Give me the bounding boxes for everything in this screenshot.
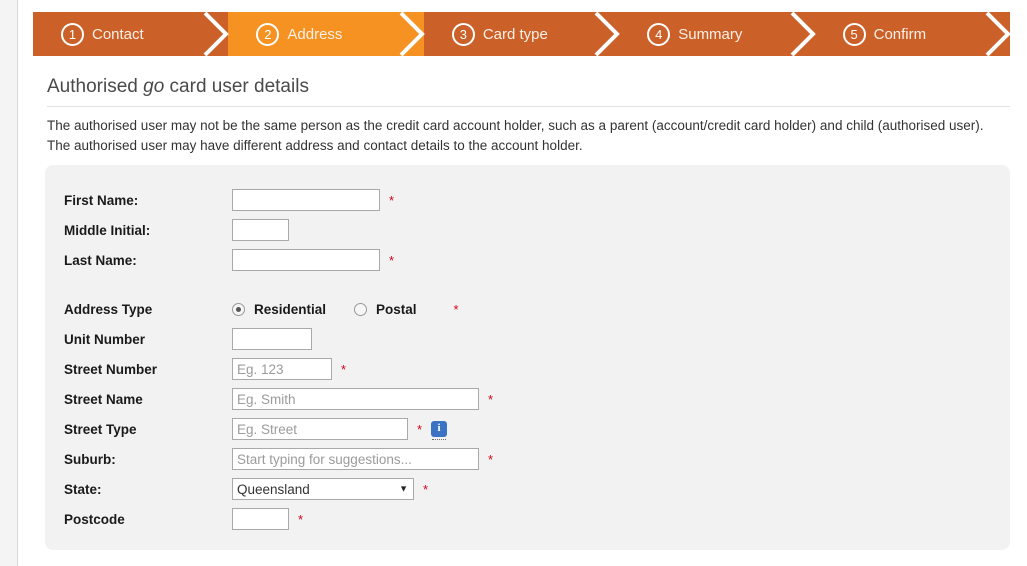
form-panel: First Name: * Middle Initial: Last Name:… (45, 165, 1010, 550)
intro-paragraph: The authorised user may not be the same … (47, 118, 984, 153)
state-required-mark: * (423, 481, 429, 497)
step-contact[interactable]: 1 Contact (33, 12, 230, 56)
page-title: Authorised go card user details (47, 76, 1010, 107)
address-type-label: Address Type (64, 301, 153, 317)
street-number-label: Street Number (64, 361, 158, 377)
step-card-type[interactable]: 3 Card type (423, 12, 621, 56)
field-row-postcode: Postcode * (64, 504, 493, 534)
field-row-unit-number: Unit Number (64, 324, 493, 354)
page-root: 1 Contact 2 Address 3 Card type 4 Summar… (0, 0, 1027, 566)
field-row-suburb: Suburb: * (64, 444, 493, 474)
step-number-5: 5 (842, 22, 866, 46)
state-select[interactable]: QueenslandNew South WalesVictoriaSouth A… (232, 478, 414, 500)
street-name-required-mark: * (488, 391, 494, 407)
radio-postal-label: Postal (376, 301, 417, 317)
street-type-required-mark: * (417, 421, 423, 437)
street-number-required-mark: * (341, 361, 347, 377)
postcode-label: Postcode (64, 511, 125, 527)
middle-initial-input[interactable] (232, 219, 289, 241)
field-row-address-type: Address Type Residential Postal * (64, 294, 493, 324)
last-name-required-mark: * (389, 252, 395, 268)
step-number-1: 1 (61, 22, 84, 46)
page-title-prefix: Authorised (47, 76, 144, 97)
postcode-input[interactable] (232, 508, 289, 530)
street-type-input[interactable] (232, 418, 408, 440)
page-title-emphasis: go (143, 76, 165, 97)
last-name-input[interactable] (232, 249, 380, 271)
field-row-street-type: Street Type * i (64, 414, 493, 444)
step-number-3: 3 (451, 22, 475, 46)
step-label-confirm: Confirm (873, 25, 927, 43)
address-type-required-mark: * (453, 301, 459, 317)
step-label-contact: Contact (92, 25, 144, 43)
state-label: State: (64, 481, 102, 497)
step-number-4: 4 (647, 22, 671, 46)
state-select-wrapper: QueenslandNew South WalesVictoriaSouth A… (232, 478, 414, 500)
step-summary[interactable]: 4 Summary (619, 12, 816, 56)
left-gutter (0, 0, 18, 566)
first-name-required-mark: * (389, 192, 395, 208)
suburb-label: Suburb: (64, 451, 116, 467)
street-name-input[interactable] (232, 388, 479, 410)
radio-postal[interactable] (354, 302, 368, 316)
field-row-street-name: Street Name * (64, 384, 493, 414)
step-address[interactable]: 2 Address (228, 12, 425, 56)
middle-initial-label: Middle Initial: (64, 222, 151, 238)
field-row-middle-initial: Middle Initial: (64, 215, 493, 245)
step-confirm[interactable]: 5 Confirm (814, 12, 1010, 56)
chevron-separator-icon (985, 12, 1010, 56)
unit-number-input[interactable] (232, 328, 312, 350)
chevron-separator-icon (790, 12, 816, 56)
unit-number-label: Unit Number (64, 331, 145, 347)
step-label-card-type: Card type (482, 25, 548, 43)
first-name-input[interactable] (232, 189, 380, 211)
street-name-label: Street Name (64, 391, 143, 407)
street-number-input[interactable] (232, 358, 332, 380)
field-row-street-number: Street Number * (64, 354, 493, 384)
info-icon[interactable]: i (431, 421, 448, 440)
progress-steps: 1 Contact 2 Address 3 Card type 4 Summar… (33, 12, 1010, 56)
radio-residential-label: Residential (254, 301, 327, 317)
page-title-suffix: card user details (164, 76, 309, 97)
suburb-input[interactable] (232, 448, 479, 470)
step-number-2: 2 (256, 22, 280, 46)
radio-residential[interactable] (232, 302, 245, 316)
field-row-state: State: QueenslandNew South WalesVictoria… (64, 474, 493, 504)
street-type-label: Street Type (64, 421, 137, 437)
step-label-summary: Summary (678, 25, 743, 43)
chevron-separator-icon (399, 12, 425, 56)
chevron-separator-icon (594, 12, 621, 56)
suburb-required-mark: * (488, 451, 494, 467)
chevron-separator-icon (203, 12, 230, 56)
form-field-list: First Name: * Middle Initial: Last Name:… (64, 185, 493, 534)
last-name-label: Last Name: (64, 252, 137, 268)
step-label-address: Address (287, 25, 343, 43)
first-name-label: First Name: (64, 192, 139, 208)
postcode-required-mark: * (298, 511, 304, 527)
field-row-first-name: First Name: * (64, 185, 493, 215)
field-row-last-name: Last Name: * (64, 245, 493, 275)
